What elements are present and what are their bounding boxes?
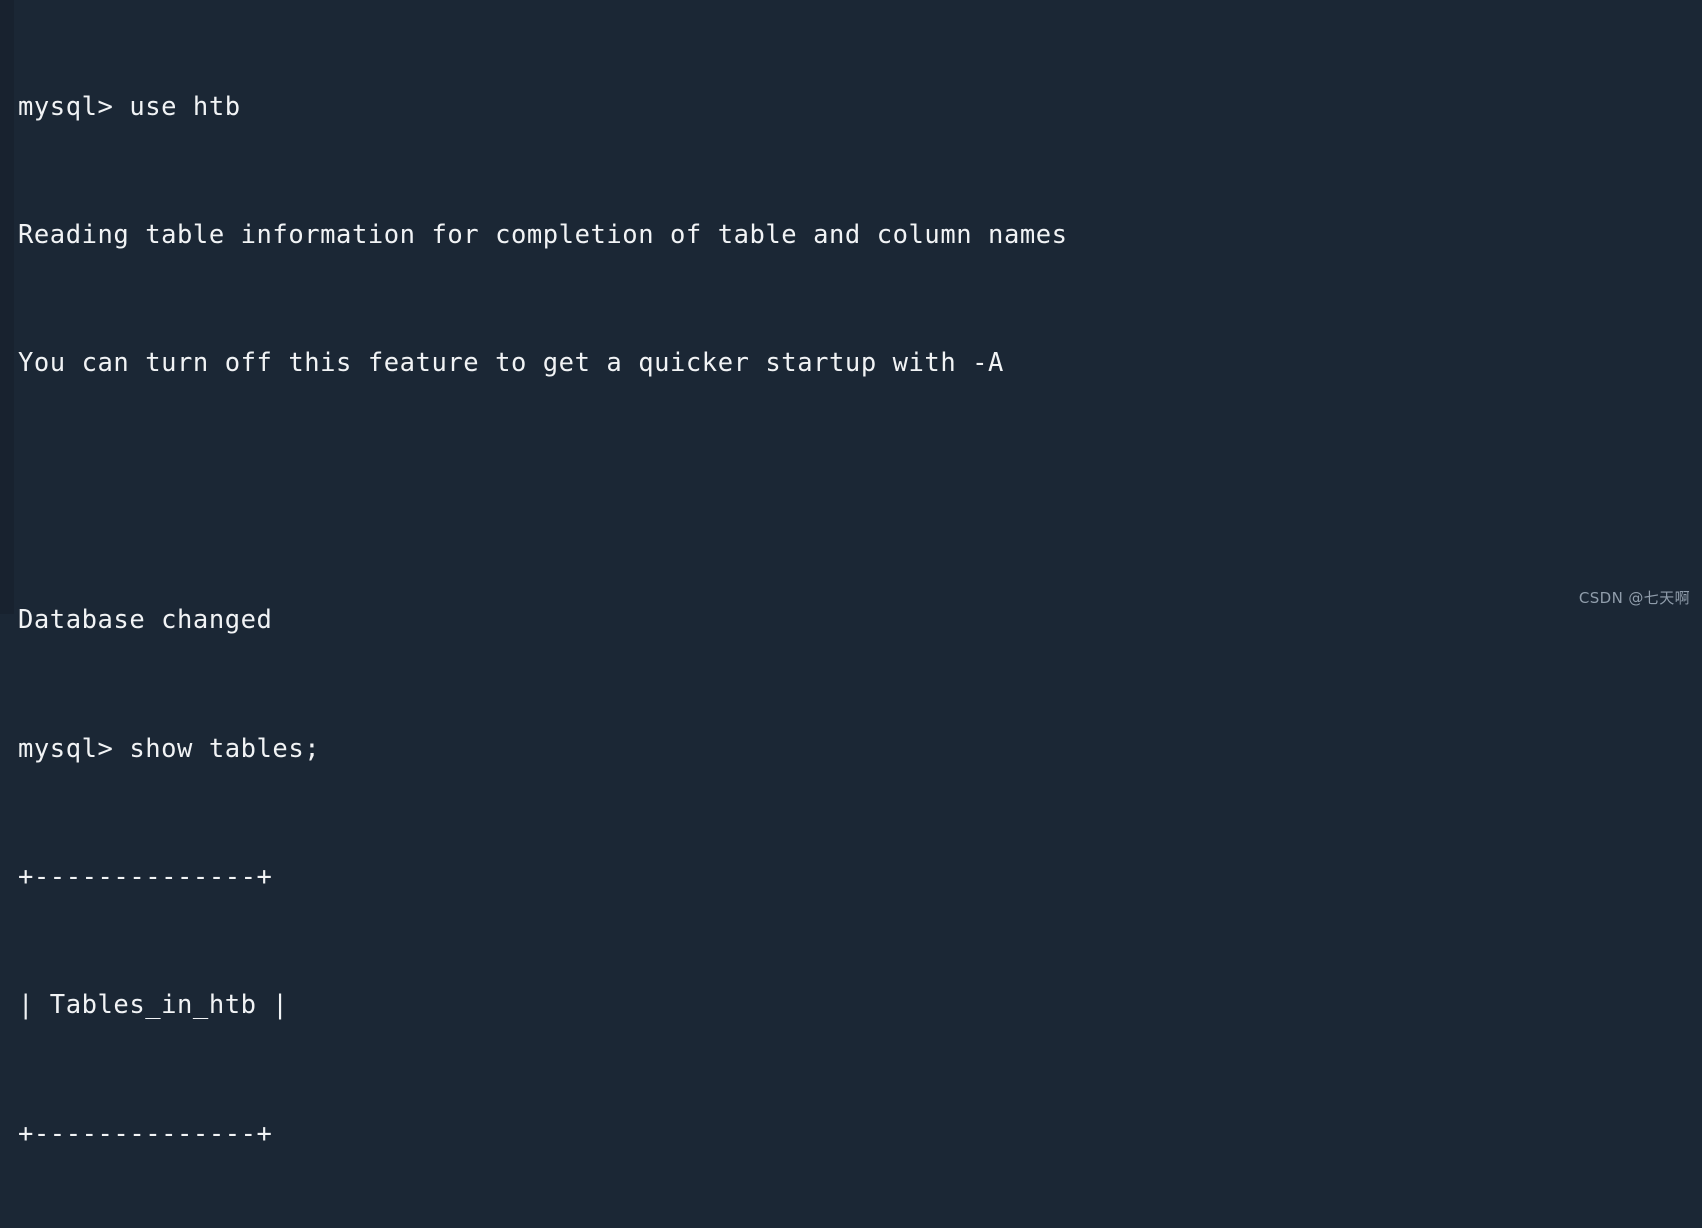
csdn-watermark: CSDN @七天啊: [1578, 589, 1690, 607]
table-separator-top: +--------------+: [18, 861, 273, 892]
terminal-console-output[interactable]: mysql> use htb Reading table information…: [18, 0, 1702, 1228]
table-separator-header: +--------------+: [18, 1118, 273, 1149]
terminal-window: mysql> use htb Reading table information…: [0, 0, 1702, 1149]
table-column-header: | Tables_in_htb |: [18, 990, 289, 1021]
terminal-line: You can turn off this feature to get a q…: [18, 348, 1004, 379]
terminal-left-gutter: [0, 0, 14, 614]
terminal-line: Reading table information for completion…: [18, 219, 1068, 250]
terminal-line: mysql> use htb: [18, 91, 241, 122]
terminal-line: mysql> show tables;: [18, 733, 321, 764]
terminal-line: Database changed: [18, 605, 273, 636]
